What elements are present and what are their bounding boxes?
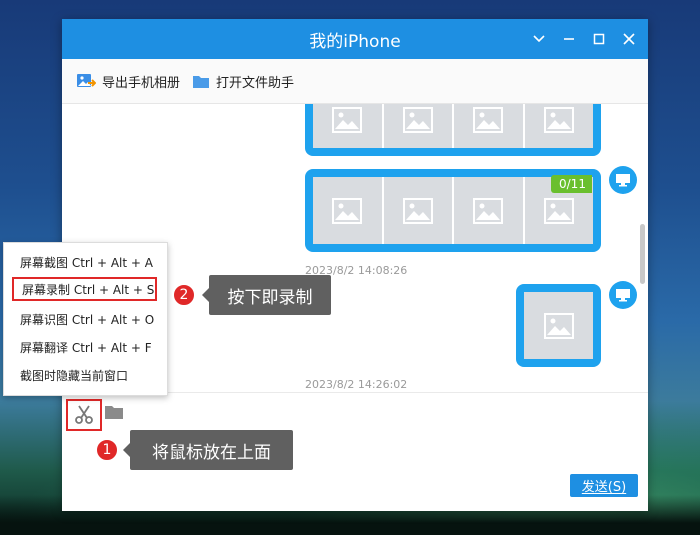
- image-icon: [402, 197, 433, 224]
- chat-scrollbar[interactable]: [640, 224, 645, 284]
- image-message-bubble[interactable]: [516, 284, 601, 367]
- image-placeholder: [454, 104, 525, 148]
- menu-item-hide-window[interactable]: 截图时隐藏当前窗口: [12, 363, 157, 387]
- export-album-label: 导出手机相册: [102, 75, 181, 91]
- transfer-progress-badge: 0/11: [551, 175, 592, 193]
- toolbar: 导出手机相册 打开文件助手: [62, 59, 648, 104]
- image-placeholder: [384, 104, 454, 148]
- image-placeholder: [313, 177, 384, 244]
- image-placeholder: [454, 177, 525, 244]
- folder-icon: [105, 406, 123, 419]
- menu-item-screen-recognize[interactable]: 屏幕识图 Ctrl + Alt + O: [12, 307, 157, 331]
- pc-avatar: [609, 166, 637, 194]
- dropdown-menu-button[interactable]: [528, 28, 550, 50]
- title-bar: 我的iPhone: [62, 19, 648, 59]
- menu-item-screen-record[interactable]: 屏幕录制 Ctrl + Alt + S: [12, 277, 157, 301]
- screenshot-button[interactable]: [66, 399, 102, 431]
- image-icon: [332, 107, 363, 133]
- monitor-icon: [616, 174, 630, 187]
- chevron-down-icon: [533, 35, 545, 43]
- image-message-bubble[interactable]: [305, 104, 601, 156]
- step-1-callout: 将鼠标放在上面: [123, 430, 293, 470]
- image-placeholder: [384, 177, 454, 244]
- image-icon: [543, 197, 574, 224]
- screenshot-menu: 屏幕截图 Ctrl + Alt + A 屏幕录制 Ctrl + Alt + S …: [3, 242, 168, 396]
- minimize-button[interactable]: [558, 28, 580, 50]
- monitor-icon: [616, 289, 630, 302]
- image-icon: [543, 312, 574, 339]
- close-icon: [623, 33, 635, 45]
- scissors-icon: [75, 405, 93, 424]
- send-button[interactable]: 发送(S): [570, 474, 638, 497]
- image-icon: [473, 197, 504, 224]
- menu-item-screenshot[interactable]: 屏幕截图 Ctrl + Alt + A: [12, 250, 157, 274]
- step-2-callout: 按下即录制: [202, 275, 331, 315]
- close-button[interactable]: [618, 28, 640, 50]
- image-placeholder: [524, 292, 593, 359]
- pc-avatar: [609, 281, 637, 309]
- step-1-marker: 1: [95, 438, 119, 462]
- export-photo-icon: [77, 74, 96, 87]
- export-album-button[interactable]: 导出手机相册: [76, 69, 180, 93]
- step-2-marker: 2: [172, 283, 196, 307]
- maximize-icon: [593, 33, 605, 45]
- minimize-icon: [564, 38, 574, 40]
- menu-item-screen-translate[interactable]: 屏幕翻译 Ctrl + Alt + F: [12, 335, 157, 359]
- send-file-button[interactable]: [104, 403, 124, 424]
- image-icon: [473, 107, 504, 133]
- image-placeholder: [313, 104, 384, 148]
- image-icon: [332, 197, 363, 224]
- open-file-helper-label: 打开文件助手: [216, 75, 295, 91]
- image-icon: [543, 107, 574, 133]
- open-file-helper-button[interactable]: 打开文件助手: [192, 69, 294, 93]
- maximize-button[interactable]: [588, 28, 610, 50]
- message-timestamp: 2023/8/2 14:26:02: [305, 378, 408, 391]
- image-icon: [402, 107, 433, 133]
- folder-icon: [193, 76, 209, 88]
- image-placeholder: [525, 104, 594, 148]
